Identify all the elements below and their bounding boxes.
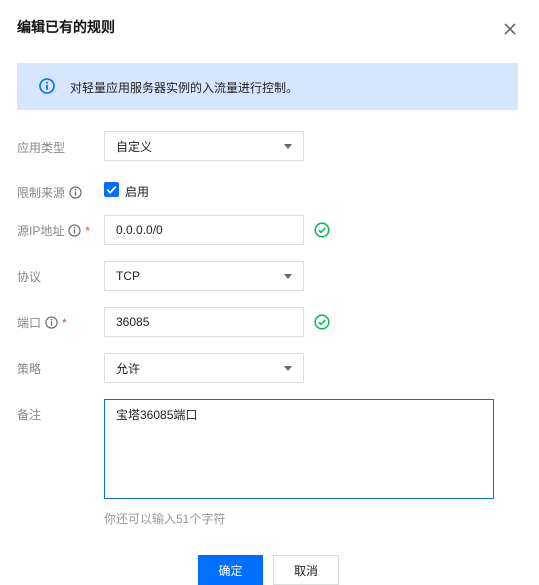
help-icon[interactable] (69, 186, 82, 199)
limit-source-label-text: 限制来源 (17, 186, 66, 200)
remark-label: 备注 (17, 406, 41, 423)
chevron-down-icon (284, 274, 292, 279)
remark-label-text: 备注 (17, 408, 42, 422)
policy-select[interactable]: 允许 (104, 353, 304, 383)
app-type-label: 应用类型 (17, 139, 65, 156)
limit-source-checkbox-label: 启用 (125, 185, 150, 199)
help-icon[interactable] (45, 316, 58, 329)
confirm-button[interactable]: 确定 (198, 555, 263, 585)
chevron-down-icon (284, 366, 292, 371)
remark-char-count: 你还可以输入51个字符 (104, 512, 226, 526)
protocol-label-text: 协议 (17, 270, 42, 284)
source-ip-label: 源IP地址 * (17, 222, 90, 239)
limit-source-checkbox[interactable] (104, 182, 119, 197)
cancel-button[interactable]: 取消 (273, 555, 339, 585)
remark-textarea[interactable]: 宝塔36085端口 (104, 399, 494, 499)
limit-source-label: 限制来源 (17, 184, 82, 201)
app-type-label-text: 应用类型 (17, 141, 66, 155)
remark-value: 宝塔36085端口 (116, 408, 198, 422)
close-icon[interactable] (502, 21, 518, 37)
check-circle-icon (314, 222, 330, 238)
app-type-value: 自定义 (116, 139, 153, 154)
policy-label-text: 策略 (17, 362, 42, 376)
source-ip-input[interactable]: 0.0.0.0/0 (104, 215, 304, 245)
info-icon (39, 78, 55, 94)
chevron-down-icon (284, 144, 292, 149)
protocol-select[interactable]: TCP (104, 261, 304, 291)
policy-label: 策略 (17, 360, 41, 377)
notice-text: 对轻量应用服务器实例的入流量进行控制。 (70, 81, 299, 95)
protocol-value: TCP (116, 269, 140, 283)
info-notice: 对轻量应用服务器实例的入流量进行控制。 (17, 63, 518, 110)
protocol-label: 协议 (17, 268, 41, 285)
policy-value: 允许 (116, 361, 141, 376)
required-asterisk: * (62, 315, 67, 330)
app-type-select[interactable]: 自定义 (104, 131, 304, 161)
dialog-title: 编辑已有的规则 (17, 19, 115, 35)
port-value: 36085 (116, 315, 150, 329)
source-ip-value: 0.0.0.0/0 (116, 223, 163, 237)
checkmark-icon (106, 185, 117, 194)
help-icon[interactable] (68, 224, 81, 237)
port-input[interactable]: 36085 (104, 307, 304, 337)
port-label-text: 端口 (17, 316, 42, 330)
port-label: 端口 * (17, 314, 67, 331)
required-asterisk: * (85, 223, 91, 238)
edit-rule-dialog: 编辑已有的规则 对轻量应用服务器实例的入流量进行控制。 应用类型 自定义 限制来… (0, 0, 539, 585)
source-ip-label-text: 源IP地址 (17, 224, 65, 238)
check-circle-icon (314, 314, 330, 330)
